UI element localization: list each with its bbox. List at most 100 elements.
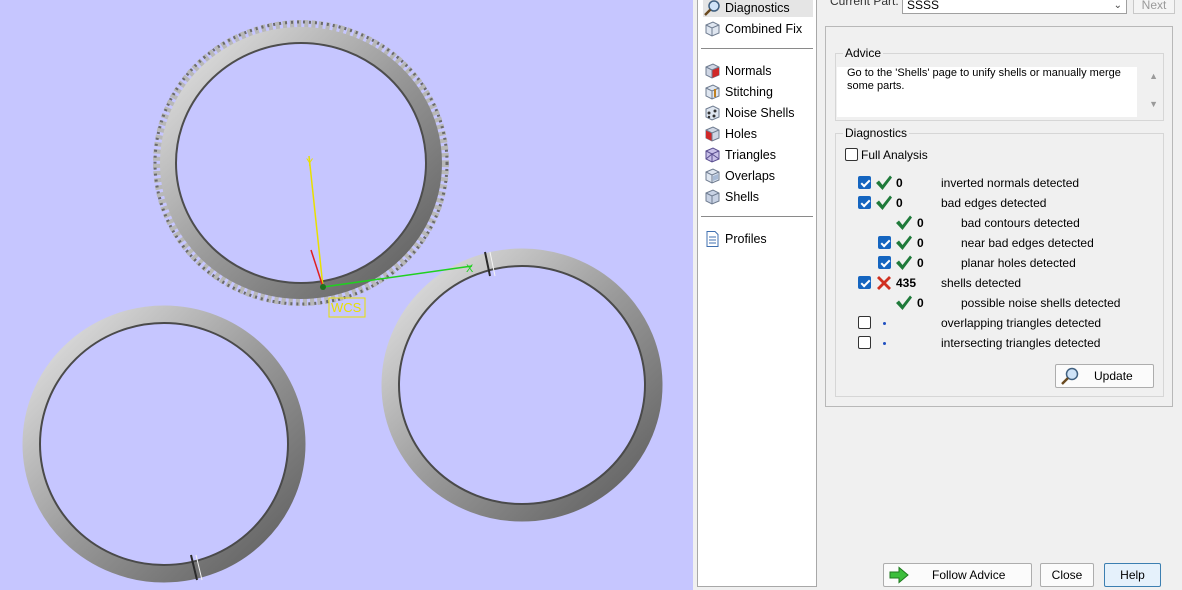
nav-label: Diagnostics — [725, 0, 790, 15]
nav-label: Holes — [725, 126, 757, 141]
overlaps-cube-icon — [705, 167, 720, 184]
3d-viewport[interactable]: Y X WCS — [0, 0, 693, 590]
diagnostic-row: 435 shells detected — [836, 274, 1165, 292]
x-axis-label: X — [466, 263, 474, 275]
nav-divider — [701, 216, 813, 217]
diagnostic-checkbox[interactable] — [878, 236, 891, 249]
diagnostic-row: 0 bad contours detected — [836, 214, 1165, 232]
diagnostic-row: 0 near bad edges detected — [836, 234, 1165, 252]
nav-label: Stitching — [725, 84, 773, 99]
nav-item-noise-shells[interactable]: Noise Shells — [703, 103, 813, 122]
nav-item-holes[interactable]: Holes — [703, 124, 813, 143]
noise-shells-cube-icon — [705, 104, 720, 121]
diagnostic-label: overlapping triangles detected — [941, 316, 1102, 330]
fix-wizard-nav: Diagnostics Combined Fix Normals Stitchi… — [697, 0, 817, 587]
nav-item-profiles[interactable]: Profiles — [703, 229, 813, 248]
pending-dot-icon — [883, 322, 886, 325]
cube-icon — [705, 20, 720, 37]
nav-label: Normals — [725, 63, 772, 78]
current-part-value: SSSS — [907, 0, 940, 12]
nav-label: Triangles — [725, 147, 776, 162]
scroll-down-icon[interactable]: ▼ — [1149, 99, 1158, 109]
beaded-ring[interactable] — [153, 20, 449, 306]
normals-cube-icon — [705, 62, 720, 79]
check-icon — [896, 295, 912, 310]
magnifier-icon — [1061, 367, 1079, 385]
current-part-label: Current Part: — [830, 0, 899, 8]
follow-advice-label: Follow Advice — [932, 568, 1006, 582]
advice-message: Go to the 'Shells' page to unify shells … — [847, 67, 1121, 92]
diagnostic-count: 0 — [917, 236, 924, 250]
nav-label: Combined Fix — [725, 21, 803, 36]
nav-label: Shells — [725, 189, 760, 204]
diagnostic-count: 435 — [896, 276, 917, 290]
triangles-cube-icon — [705, 146, 720, 163]
diagnostic-checkbox[interactable] — [858, 196, 871, 209]
help-button[interactable]: Help — [1104, 563, 1161, 587]
scroll-up-icon[interactable]: ▲ — [1149, 71, 1158, 81]
diagnostic-label: intersecting triangles detected — [941, 336, 1101, 350]
diagnostics-page: Advice Go to the 'Shells' page to unify … — [825, 26, 1173, 407]
pending-dot-icon — [883, 342, 886, 345]
diagnostic-label: bad edges detected — [941, 196, 1047, 210]
diagnostic-label: near bad edges detected — [961, 236, 1094, 250]
nav-item-combined-fix[interactable]: Combined Fix — [703, 19, 813, 38]
advice-title: Advice — [843, 46, 884, 60]
diagnostic-checkbox[interactable] — [858, 176, 871, 189]
advice-text: Go to the 'Shells' page to unify shells … — [837, 67, 1137, 117]
diagnostic-count: 0 — [896, 196, 903, 210]
shells-cube-icon — [705, 188, 720, 205]
nav-item-shells[interactable]: Shells — [703, 187, 813, 206]
diagnostic-row: 0 bad edges detected — [836, 194, 1165, 212]
advice-group: Advice Go to the 'Shells' page to unify … — [835, 46, 1164, 121]
diagnostic-label: planar holes detected — [961, 256, 1076, 270]
check-icon — [876, 175, 892, 190]
diagnostic-row: 0 planar holes detected — [836, 254, 1165, 272]
stitching-cube-icon — [705, 83, 720, 100]
model-scene: Y X WCS — [22, 20, 663, 583]
diagnostic-label: possible noise shells detected — [961, 296, 1121, 310]
document-icon — [706, 230, 719, 247]
diagnostic-row: 0 possible noise shells detected — [836, 294, 1165, 312]
diagnostic-checkbox[interactable] — [858, 276, 871, 289]
nav-item-triangles[interactable]: Triangles — [703, 145, 813, 164]
nav-divider — [701, 48, 813, 49]
full-analysis-label: Full Analysis — [861, 148, 928, 162]
nav-label: Noise Shells — [725, 105, 795, 120]
diagnostic-count: 0 — [917, 296, 924, 310]
next-button[interactable]: Next — [1133, 0, 1175, 14]
diagnostic-label: bad contours detected — [961, 216, 1080, 230]
update-button[interactable]: Update — [1055, 364, 1154, 388]
nav-label: Overlaps — [725, 168, 776, 183]
diagnostic-checkbox[interactable] — [858, 316, 871, 329]
diagnostic-row: 0 inverted normals detected — [836, 174, 1165, 192]
magnifier-icon — [704, 0, 720, 16]
close-button[interactable]: Close — [1040, 563, 1094, 587]
nav-item-overlaps[interactable]: Overlaps — [703, 166, 813, 185]
diagnostic-count: 0 — [896, 176, 903, 190]
wcs-label: WCS — [331, 300, 362, 315]
diagnostic-label: inverted normals detected — [941, 176, 1080, 190]
nav-item-normals[interactable]: Normals — [703, 61, 813, 80]
diagnostics-title: Diagnostics — [843, 126, 910, 140]
nav-item-stitching[interactable]: Stitching — [703, 82, 813, 101]
plain-ring-right[interactable] — [381, 248, 663, 522]
diagnostic-count: 0 — [917, 216, 924, 230]
y-axis-label: Y — [306, 157, 314, 169]
chevron-down-icon: ⌄ — [1113, 0, 1122, 11]
plain-ring-left[interactable] — [22, 305, 306, 583]
nav-item-diagnostics[interactable]: Diagnostics — [703, 0, 813, 17]
follow-advice-button[interactable]: Follow Advice — [883, 563, 1032, 587]
diagnostic-checkbox[interactable] — [858, 336, 871, 349]
error-x-icon — [877, 276, 891, 290]
diagnostic-checkbox[interactable] — [878, 256, 891, 269]
current-part-select[interactable]: SSSS ⌄ — [902, 0, 1127, 14]
diagnostic-label: shells detected — [941, 276, 1022, 290]
diagnostic-row: overlapping triangles detected — [836, 314, 1165, 332]
diagnostics-group: Diagnostics Full Analysis 0 inverted norm… — [835, 126, 1165, 397]
check-icon — [896, 235, 912, 250]
full-analysis-checkbox[interactable] — [845, 148, 858, 161]
arrow-right-icon — [889, 566, 909, 584]
diagnostic-row: intersecting triangles detected — [836, 334, 1165, 352]
diagnostics-panel: Current Part: SSSS ⌄ Next Advice Go to t… — [820, 0, 1182, 590]
